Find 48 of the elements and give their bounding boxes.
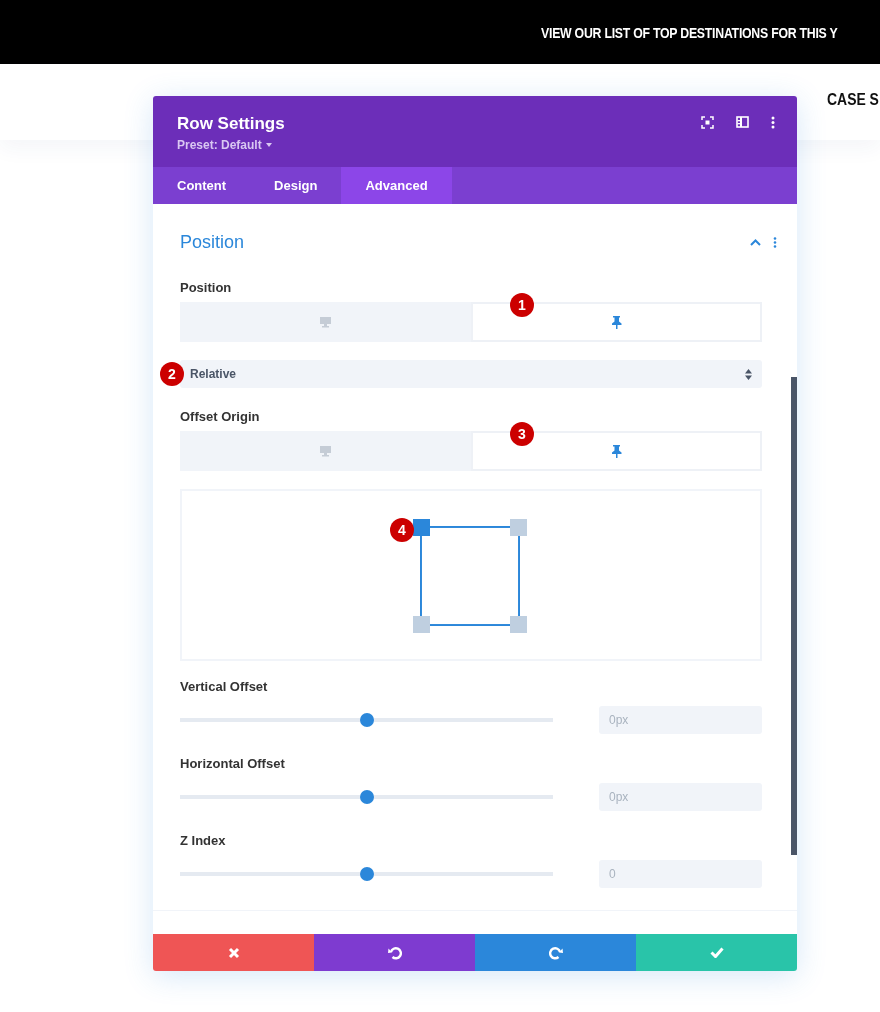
sidebar-icon[interactable] <box>736 116 749 128</box>
more-icon[interactable] <box>773 236 777 248</box>
caret-icon <box>265 143 272 147</box>
pin-toggle[interactable] <box>471 431 762 471</box>
tab[interactable]: Design <box>250 167 342 204</box>
field-label: Horizontal Offset <box>180 756 286 771</box>
redo-icon <box>548 945 563 960</box>
value-field[interactable]: 0px <box>599 706 762 734</box>
corner-handle[interactable] <box>510 616 527 633</box>
nav-link[interactable]: CASE S <box>826 90 879 110</box>
corner-handle[interactable] <box>413 519 430 536</box>
modal-title: Row Settings <box>177 114 285 134</box>
desktop-toggle[interactable] <box>180 302 471 342</box>
corner-handle[interactable] <box>413 616 430 633</box>
number-badge: 3 <box>510 422 534 446</box>
up-down-arrows-icon <box>745 368 752 380</box>
tab[interactable]: Advanced <box>341 167 452 204</box>
undo-icon <box>387 945 402 960</box>
field-label: Offset Origin <box>180 409 261 424</box>
desktop-icon <box>319 316 332 328</box>
tab[interactable]: Content <box>153 167 251 204</box>
desktop-icon <box>319 445 332 457</box>
section-title[interactable]: Position <box>180 231 245 253</box>
checkmark-icon <box>709 947 724 958</box>
scrollbar[interactable] <box>791 377 797 855</box>
banner-text: VIEW OUR LIST OF TOP DESTINATIONS FOR THIS Y <box>541 23 838 41</box>
slider-thumb[interactable] <box>359 790 374 804</box>
field-label: Position <box>180 280 233 295</box>
number-badge: 4 <box>390 518 414 542</box>
chevron-icon[interactable] <box>750 238 761 246</box>
more-icon[interactable] <box>771 116 775 129</box>
number-badge: 1 <box>510 293 534 317</box>
preset-dropdown[interactable]: Preset: Default <box>177 138 285 152</box>
value-field[interactable]: 0px <box>599 783 762 811</box>
desktop-toggle[interactable] <box>180 431 471 471</box>
field-label: Z Index <box>180 833 227 848</box>
field-label: Vertical Offset <box>180 679 269 694</box>
fullscreen-icon[interactable] <box>701 116 714 129</box>
slider-thumb[interactable] <box>359 713 374 727</box>
number-badge: 2 <box>160 362 184 386</box>
pin-icon <box>611 444 622 458</box>
close-icon <box>227 946 240 959</box>
pin-toggle[interactable] <box>471 302 762 342</box>
corner-handle[interactable] <box>510 519 527 536</box>
position-select[interactable]: Relative <box>180 360 762 388</box>
pin-icon <box>611 315 622 329</box>
value-field[interactable]: 0 <box>599 860 762 888</box>
slider-thumb[interactable] <box>359 867 374 881</box>
